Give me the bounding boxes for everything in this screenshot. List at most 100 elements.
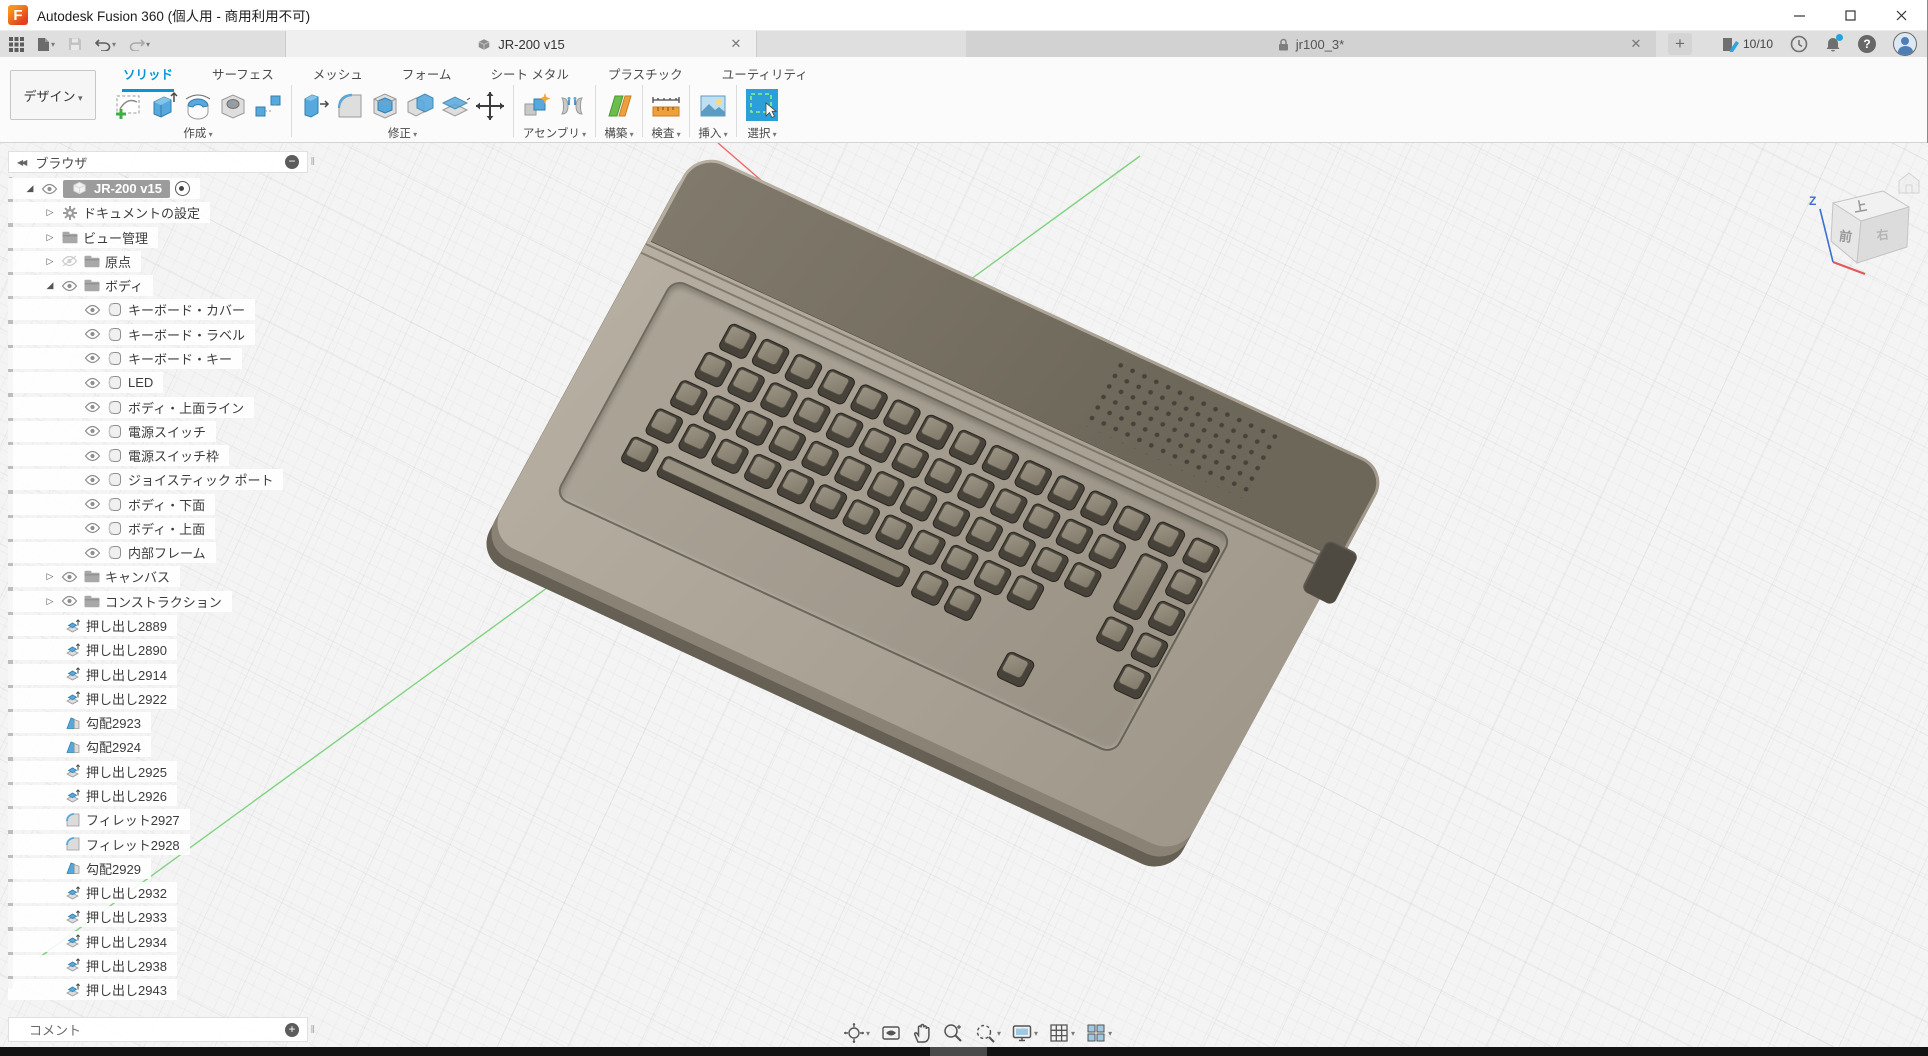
browser-item-押し出し2938[interactable]: 押し出し2938 xyxy=(8,955,177,976)
display-caret-icon[interactable]: ▾ xyxy=(1034,1029,1038,1038)
browser-item-押し出し2922[interactable]: 押し出し2922 xyxy=(8,688,177,709)
visibility-eye-icon[interactable] xyxy=(84,377,101,389)
fit-button[interactable]: ▾ xyxy=(971,1021,1004,1045)
orbit-caret-icon[interactable]: ▾ xyxy=(866,1029,870,1038)
visibility-eye-icon[interactable] xyxy=(61,595,78,607)
measure-icon[interactable] xyxy=(650,89,682,123)
comment-bar[interactable]: コメント + ‖ xyxy=(8,1017,308,1042)
browser-item-フィレット2927[interactable]: フィレット2927 xyxy=(8,809,190,830)
look-at-button[interactable] xyxy=(877,1021,905,1045)
select-icon[interactable] xyxy=(744,87,780,123)
insert-image-icon[interactable] xyxy=(697,89,729,123)
expander-closed-icon[interactable]: ▷ xyxy=(44,256,56,267)
browser-item-押し出し2889[interactable]: 押し出し2889 xyxy=(8,615,177,636)
browser-item-キーボード・キー[interactable]: キーボード・キー xyxy=(8,348,242,369)
browser-item-押し出し2932[interactable]: 押し出し2932 xyxy=(8,882,177,903)
browser-header[interactable]: ◀◀ ブラウザ − ‖ xyxy=(8,151,308,173)
joint-icon[interactable] xyxy=(556,89,588,123)
inspect-dropdown[interactable]: 検査 xyxy=(651,125,680,141)
browser-item-原点[interactable]: ▷原点 xyxy=(8,251,141,272)
display-settings-button[interactable]: ▾ xyxy=(1008,1021,1041,1045)
file-menu-button[interactable]: ▾ xyxy=(34,35,58,54)
visibility-eye-icon[interactable] xyxy=(84,401,101,413)
viewports-caret-icon[interactable]: ▾ xyxy=(1108,1029,1112,1038)
browser-item-電源スイッチ[interactable]: 電源スイッチ xyxy=(8,421,216,442)
expander-open-icon[interactable]: ◢ xyxy=(44,280,56,291)
panel-grip[interactable]: ‖ xyxy=(310,156,315,168)
browser-item-押し出し2890[interactable]: 押し出し2890 xyxy=(8,639,177,660)
browser-item-押し出し2933[interactable]: 押し出し2933 xyxy=(8,906,177,927)
workspace-selector[interactable]: デザイン xyxy=(10,70,96,120)
hole-icon[interactable] xyxy=(217,89,249,123)
expander-closed-icon[interactable]: ▷ xyxy=(44,571,56,582)
job-status[interactable]: 10/10 xyxy=(1722,37,1773,52)
expander-closed-icon[interactable]: ▷ xyxy=(44,207,56,218)
new-component-icon[interactable] xyxy=(521,89,553,123)
fillet-icon[interactable] xyxy=(334,89,366,123)
viewport-canvas[interactable]: Z 上 前 右 ◀◀ ブラウザ − xyxy=(0,143,1928,1047)
browser-item-ジョイスティック ポート[interactable]: ジョイスティック ポート xyxy=(8,469,283,490)
select-dropdown[interactable]: 選択 xyxy=(747,125,776,141)
expander-closed-icon[interactable]: ▷ xyxy=(44,596,56,607)
browser-item-押し出し2934[interactable]: 押し出し2934 xyxy=(8,931,177,952)
combine-icon[interactable] xyxy=(404,89,436,123)
visibility-eye-icon[interactable] xyxy=(84,498,101,510)
redo-button[interactable]: ▾ xyxy=(126,36,153,53)
visibility-eye-icon[interactable] xyxy=(84,304,101,316)
browser-item-勾配2923[interactable]: 勾配2923 xyxy=(8,712,151,733)
move-icon[interactable] xyxy=(474,89,506,123)
construct-dropdown[interactable]: 構築 xyxy=(604,125,633,141)
browser-item-フィレット2928[interactable]: フィレット2928 xyxy=(8,834,190,855)
visibility-eye-icon[interactable] xyxy=(84,474,101,486)
visibility-eye-icon[interactable] xyxy=(61,280,78,292)
visibility-eye-icon[interactable] xyxy=(61,571,78,583)
expander-open-icon[interactable]: ◢ xyxy=(24,183,36,194)
close-button[interactable] xyxy=(1876,0,1927,31)
pan-button[interactable] xyxy=(909,1021,935,1045)
browser-item-電源スイッチ枠[interactable]: 電源スイッチ枠 xyxy=(8,445,229,466)
fit-caret-icon[interactable]: ▾ xyxy=(997,1029,1001,1038)
extrude-icon[interactable] xyxy=(147,89,179,123)
browser-item-押し出し2943[interactable]: 押し出し2943 xyxy=(8,979,177,1000)
browser-item-キーボード・ラベル[interactable]: キーボード・ラベル xyxy=(8,324,255,345)
browser-item-キャンバス[interactable]: ▷キャンバス xyxy=(8,566,180,587)
undo-button[interactable]: ▾ xyxy=(92,36,119,53)
create-dropdown[interactable]: 作成 xyxy=(183,125,212,141)
minimize-button[interactable] xyxy=(1774,0,1825,31)
offset-face-icon[interactable] xyxy=(439,89,471,123)
browser-item-ボディ[interactable]: ◢ボディ xyxy=(8,275,153,296)
user-avatar[interactable] xyxy=(1893,32,1917,56)
create-sketch-icon[interactable] xyxy=(112,89,144,123)
notifications-bell-icon[interactable] xyxy=(1825,36,1841,53)
document-tab-close-icon[interactable]: ✕ xyxy=(1628,36,1644,52)
browser-item-ドキュメントの設定[interactable]: ▷ドキュメントの設定 xyxy=(8,202,210,223)
browser-item-ビュー管理[interactable]: ▷ビュー管理 xyxy=(8,227,158,248)
visibility-eye-icon[interactable] xyxy=(84,328,101,340)
activate-component-radio[interactable] xyxy=(175,181,190,196)
viewcube[interactable]: Z 上 前 右 xyxy=(1795,163,1928,278)
orbit-button[interactable]: ▾ xyxy=(840,1021,873,1045)
modify-dropdown[interactable]: 修正 xyxy=(388,125,417,141)
help-icon[interactable]: ? xyxy=(1858,35,1876,53)
revolve-icon[interactable] xyxy=(182,89,214,123)
browser-item-勾配2929[interactable]: 勾配2929 xyxy=(8,858,151,879)
visibility-eye-icon[interactable] xyxy=(84,425,101,437)
viewports-button[interactable]: ▾ xyxy=(1082,1021,1115,1045)
browser-item-JR-200 v15[interactable]: ◢JR-200 v15 xyxy=(8,178,200,199)
extension-manager-clock-icon[interactable] xyxy=(1790,35,1808,53)
zoom-button[interactable] xyxy=(939,1021,967,1045)
browser-item-押し出し2914[interactable]: 押し出し2914 xyxy=(8,664,177,685)
browser-item-ボディ・上面[interactable]: ボディ・上面 xyxy=(8,518,215,539)
new-document-tab-button[interactable]: + xyxy=(1668,33,1692,55)
visibility-eye-off-icon[interactable] xyxy=(61,255,78,267)
grid-snap-button[interactable]: ▾ xyxy=(1045,1021,1078,1045)
pattern-icon[interactable] xyxy=(252,89,284,123)
document-tab-close-icon[interactable]: ✕ xyxy=(728,36,744,52)
panel-grip[interactable]: ‖ xyxy=(310,1024,315,1036)
insert-dropdown[interactable]: 挿入 xyxy=(698,125,727,141)
browser-item-キーボード・カバー[interactable]: キーボード・カバー xyxy=(8,299,255,320)
visibility-eye-icon[interactable] xyxy=(84,450,101,462)
browser-item-LED[interactable]: LED xyxy=(8,372,163,393)
assemble-dropdown[interactable]: アセンブリ xyxy=(523,125,586,141)
browser-minimize-icon[interactable]: − xyxy=(285,155,299,169)
